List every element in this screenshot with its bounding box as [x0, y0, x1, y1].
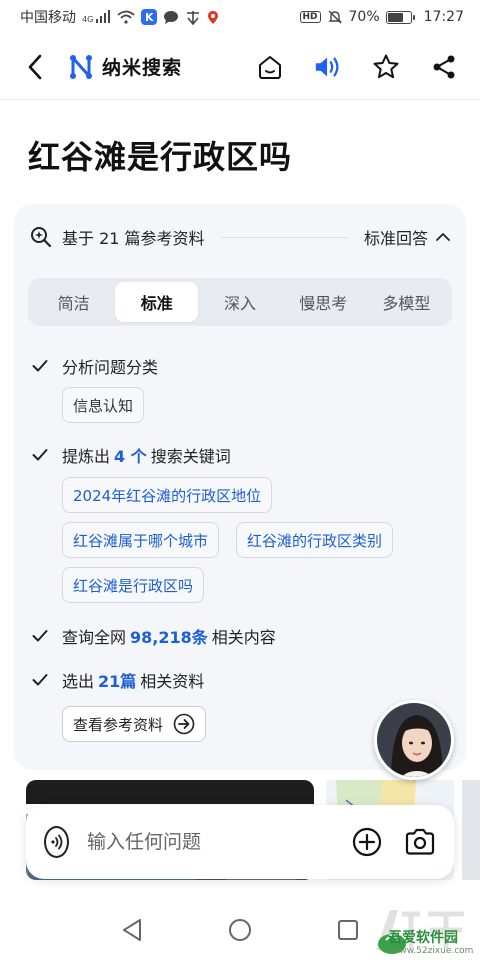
plus-circle-icon — [352, 827, 382, 857]
watermark-brand: 吾爱软件园 — [388, 930, 458, 946]
system-recents-button[interactable] — [335, 917, 361, 943]
result-count: 98,218条 — [130, 628, 208, 647]
status-left: 中国移动 4G K — [20, 7, 219, 27]
tab-in-depth[interactable]: 深入 — [198, 282, 281, 322]
read-aloud-button[interactable] — [314, 53, 342, 81]
arrow-right-circle-icon — [173, 713, 195, 735]
system-home-button[interactable] — [227, 917, 253, 943]
check-icon — [32, 446, 50, 464]
page-title: 红谷滩是行政区吗 — [28, 138, 293, 176]
keyword-chip[interactable]: 红谷滩是行政区吗 — [62, 567, 205, 603]
answer-mode-label: 标准回答 — [363, 229, 428, 248]
voice-input-button[interactable] — [44, 826, 69, 858]
camera-button[interactable] — [404, 825, 436, 859]
view-references-button[interactable]: 查看参考资料 — [62, 706, 207, 742]
answer-card-header[interactable]: 基于 21 篇参考资料 标准回答 — [30, 222, 450, 252]
network-type: 4G — [82, 15, 94, 24]
step-web-search-suffix: 相关内容 — [211, 628, 276, 647]
tab-concise[interactable]: 简洁 — [32, 282, 115, 322]
header-divider — [220, 236, 348, 238]
result-peek-strip — [462, 780, 480, 880]
view-references-label: 查看参考资料 — [73, 715, 164, 734]
step-keywords-suffix: 搜索关键词 — [150, 447, 231, 466]
mute-bell-icon — [327, 10, 342, 24]
keyword-chip[interactable]: 红谷滩属于哪个城市 — [62, 522, 220, 558]
keyword-chip[interactable]: 红谷滩的行政区类别 — [236, 522, 394, 558]
step-keywords-prefix: 提炼出 — [62, 447, 111, 466]
check-icon — [32, 627, 50, 645]
back-button[interactable] — [22, 54, 48, 80]
tab-multi-model[interactable]: 多模型 — [365, 282, 448, 322]
wifi-icon — [117, 10, 135, 24]
camera-icon — [405, 828, 435, 855]
top-nav: 纳米搜索 — [0, 34, 480, 100]
clock: 17:27 — [423, 9, 464, 25]
favorite-button[interactable] — [372, 53, 400, 81]
check-icon — [32, 671, 50, 689]
search-sparkle-icon — [31, 227, 52, 248]
circle-home-icon — [229, 919, 251, 941]
chevron-up-icon — [436, 233, 450, 241]
check-icon — [32, 357, 50, 375]
step-select-refs-suffix: 相关资料 — [140, 672, 205, 691]
star-icon — [373, 54, 399, 78]
step-select-refs-prefix: 选出 — [62, 672, 95, 691]
speaker-icon — [315, 56, 339, 77]
step-classify: 分析问题分类 — [32, 354, 158, 378]
brand-name: 纳米搜索 — [102, 57, 183, 79]
hd-badge: HD — [299, 11, 321, 23]
home-button[interactable] — [256, 53, 284, 81]
step-web-search: 查询全网 98,218条 相关内容 — [32, 624, 276, 648]
tab-slow-thinking[interactable]: 慢思考 — [282, 282, 365, 322]
app-glyph-icon — [187, 10, 200, 25]
step-select-refs: 选出 21篇 相关资料 — [32, 668, 204, 692]
share-icon — [433, 55, 455, 78]
keyword-count: 4 个 — [114, 447, 147, 466]
step-keywords: 提炼出 4 个 搜索关键词 — [32, 443, 231, 467]
status-right: HD 70% 17:27 — [299, 9, 464, 25]
battery-percent: 70% — [348, 9, 380, 25]
share-button[interactable] — [430, 53, 458, 81]
system-back-button[interactable] — [119, 917, 145, 943]
battery-level-fill — [387, 12, 403, 22]
location-pin-icon — [208, 10, 219, 24]
add-button[interactable] — [352, 825, 382, 859]
app-k-icon: K — [141, 9, 158, 25]
selected-ref-count: 21篇 — [98, 672, 137, 691]
question-input[interactable] — [87, 831, 330, 853]
brand-logo-icon — [70, 54, 92, 79]
battery-icon — [385, 10, 415, 24]
assistant-avatar[interactable] — [374, 700, 454, 780]
step-web-search-prefix: 查询全网 — [62, 628, 127, 647]
triangle-back-icon — [123, 919, 141, 941]
chat-bubble-icon — [164, 10, 179, 24]
watermark-url: www.52zixue.com — [392, 946, 474, 956]
collapse-toggle[interactable] — [436, 230, 450, 244]
category-chip[interactable]: 信息认知 — [62, 387, 145, 423]
square-recents-icon — [338, 920, 358, 940]
step-classify-text: 分析问题分类 — [62, 358, 159, 377]
brand: 纳米搜索 — [68, 53, 182, 80]
answer-mode-tabs: 简洁 标准 深入 慢思考 多模型 — [28, 278, 452, 326]
keyword-chip[interactable]: 2024年红谷滩的行政区地位 — [62, 477, 273, 513]
home-icon — [259, 55, 281, 79]
answer-card: 基于 21 篇参考资料 标准回答 简洁 标准 深入 慢思考 多模型 分析问题分类… — [14, 204, 466, 770]
nav-actions — [256, 53, 458, 81]
signal-icon — [96, 10, 111, 23]
reference-count-label: 基于 21 篇参考资料 — [62, 229, 205, 248]
question-input-bar — [26, 805, 454, 879]
back-icon — [28, 54, 42, 79]
status-bar: 中国移动 4G K HD 70% 17:27 — [0, 0, 480, 34]
tab-standard[interactable]: 标准 — [115, 282, 199, 322]
carrier-label: 中国移动 — [20, 10, 76, 26]
voice-wave-icon — [50, 834, 62, 850]
